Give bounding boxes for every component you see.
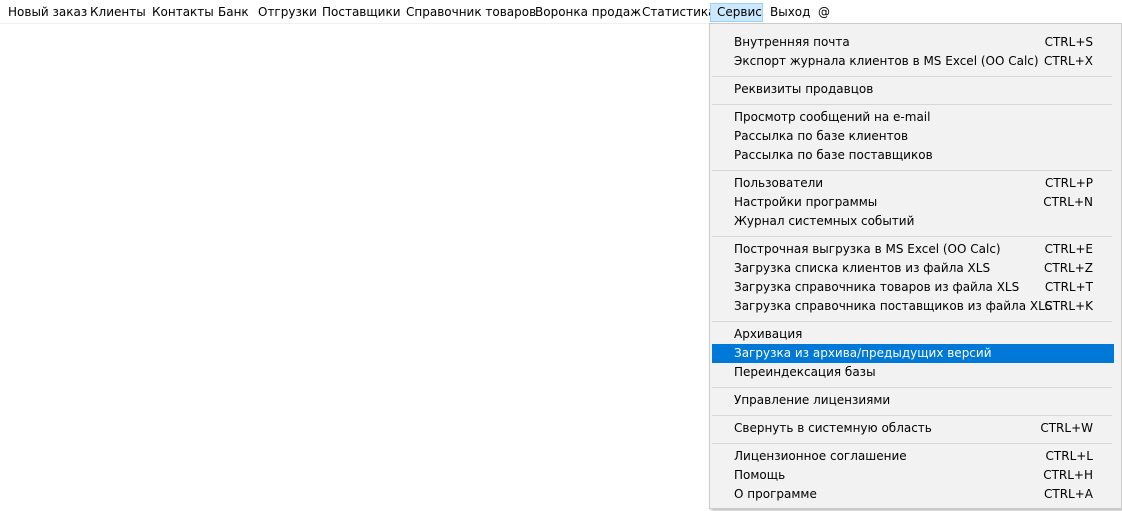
service-dropdown-menu: Внутренняя почта CTRL+S Экспорт журнала … [709, 23, 1122, 509]
menu-suppliers[interactable]: Поставщики [315, 3, 401, 22]
menu-at[interactable]: @ [811, 3, 835, 22]
menu-item-label: Лицензионное соглашение [734, 449, 907, 463]
menu-item-license-agreement[interactable]: Лицензионное соглашение CTRL+L [712, 447, 1114, 466]
menu-item-import-clients-xls[interactable]: Загрузка списка клиентов из файла XLS CT… [712, 259, 1114, 278]
menu-item-view-email[interactable]: Просмотр сообщений на e-mail [712, 108, 1114, 127]
menu-item-shortcut: CTRL+S [1044, 35, 1093, 49]
menu-item-program-settings[interactable]: Настройки программы CTRL+N [712, 193, 1114, 212]
menu-item-shortcut: CTRL+E [1044, 242, 1093, 256]
menu-item-minimize-to-tray[interactable]: Свернуть в системную область CTRL+W [712, 419, 1114, 438]
menu-item-internal-mail[interactable]: Внутренняя почта CTRL+S [712, 33, 1114, 52]
menu-item-label: Переиндексация базы [734, 365, 876, 379]
menu-item-export-clients-excel[interactable]: Экспорт журнала клиентов в MS Excel (OO … [712, 52, 1114, 71]
menu-item-shortcut: CTRL+Z [1043, 261, 1093, 275]
menu-item-restore-archive[interactable]: Загрузка из архива/предыдущих версий [712, 344, 1114, 363]
menu-item-label: О программе [734, 487, 817, 501]
menu-product-catalog[interactable]: Справочник товаров [399, 3, 536, 22]
menu-item-label: Внутренняя почта [734, 35, 850, 49]
menu-separator [712, 104, 1112, 105]
menu-separator [712, 321, 1112, 322]
menu-item-shortcut: CTRL+X [1043, 54, 1093, 68]
menu-item-label: Рассылка по базе клиентов [734, 129, 909, 143]
menu-item-label: Построчная выгрузка в MS Excel (OO Calc) [734, 242, 1001, 256]
menu-item-label: Рассылка по базе поставщиков [734, 148, 933, 162]
menu-contacts[interactable]: Контакты [145, 3, 214, 22]
menu-item-shortcut: CTRL+N [1043, 195, 1093, 209]
menu-statistics[interactable]: Статистика [635, 3, 716, 22]
menu-item-label: Пользователи [734, 176, 824, 190]
menu-item-label: Реквизиты продавцов [734, 82, 874, 96]
menu-sales-funnel[interactable]: Воронка продаж [528, 3, 641, 22]
menu-item-label: Экспорт журнала клиентов в MS Excel (OO … [734, 54, 1039, 68]
menu-item-archive[interactable]: Архивация [712, 325, 1114, 344]
menu-item-mailing-suppliers[interactable]: Рассылка по базе поставщиков [712, 146, 1114, 165]
menu-clients[interactable]: Клиенты [83, 3, 146, 22]
menu-bank[interactable]: Банк [211, 3, 251, 22]
menu-separator [712, 170, 1112, 171]
menu-item-import-suppliers-xls[interactable]: Загрузка справочника поставщиков из файл… [712, 297, 1114, 316]
menu-item-label: Свернуть в системную область [734, 421, 932, 435]
menu-item-seller-details[interactable]: Реквизиты продавцов [712, 80, 1114, 99]
menu-item-shortcut: CTRL+K [1044, 299, 1093, 313]
menu-exit[interactable]: Выход [763, 3, 811, 22]
menu-item-label: Журнал системных событий [734, 214, 915, 228]
menu-new-order[interactable]: Новый заказ [1, 3, 87, 22]
menu-separator [712, 387, 1112, 388]
menu-item-label: Помощь [734, 468, 786, 482]
menu-item-label: Загрузка из архива/предыдущих версий [734, 346, 992, 360]
menu-item-shortcut: CTRL+A [1044, 487, 1093, 501]
menu-item-mailing-clients[interactable]: Рассылка по базе клиентов [712, 127, 1114, 146]
menu-separator [712, 76, 1112, 77]
menu-item-system-log[interactable]: Журнал системных событий [712, 212, 1114, 231]
menu-item-label: Просмотр сообщений на e-mail [734, 110, 931, 124]
menu-item-shortcut: CTRL+L [1045, 449, 1093, 463]
menu-service[interactable]: Сервис [710, 3, 763, 22]
menu-item-shortcut: CTRL+W [1040, 421, 1093, 435]
menu-item-label: Загрузка справочника товаров из файла XL… [734, 280, 1020, 294]
menu-item-label: Загрузка списка клиентов из файла XLS [734, 261, 991, 275]
menu-separator [712, 236, 1112, 237]
menu-item-row-export-excel[interactable]: Построчная выгрузка в MS Excel (OO Calc)… [712, 240, 1114, 259]
menu-item-shortcut: CTRL+P [1044, 176, 1093, 190]
menu-separator [712, 415, 1112, 416]
menu-item-label: Архивация [734, 327, 803, 341]
menu-item-license-management[interactable]: Управление лицензиями [712, 391, 1114, 410]
menu-item-label: Настройки программы [734, 195, 878, 209]
menu-item-shortcut: CTRL+T [1044, 280, 1093, 294]
menu-bar: Новый заказ Клиенты Контакты Банк Отгруз… [0, 0, 1122, 24]
menu-item-shortcut: CTRL+H [1043, 468, 1093, 482]
menu-item-help[interactable]: Помощь CTRL+H [712, 466, 1114, 485]
menu-item-reindex-db[interactable]: Переиндексация базы [712, 363, 1114, 382]
menu-item-label: Управление лицензиями [734, 393, 891, 407]
menu-item-about[interactable]: О программе CTRL+A [712, 485, 1114, 504]
menu-item-label: Загрузка справочника поставщиков из файл… [734, 299, 1053, 313]
menu-shipments[interactable]: Отгрузки [251, 3, 317, 22]
menu-item-users[interactable]: Пользователи CTRL+P [712, 174, 1114, 193]
menu-item-import-products-xls[interactable]: Загрузка справочника товаров из файла XL… [712, 278, 1114, 297]
menu-separator [712, 443, 1112, 444]
